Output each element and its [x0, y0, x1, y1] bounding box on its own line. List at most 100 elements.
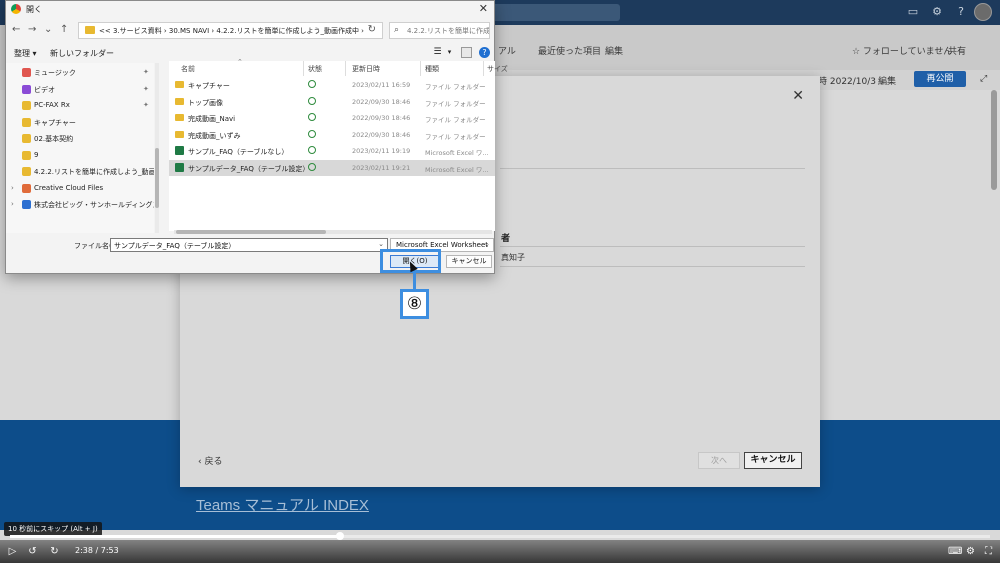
chevron-down-icon[interactable]: ⌄ [44, 24, 52, 35]
nav-pane-item[interactable]: PC-FAX Rx ✦ [6, 98, 154, 114]
forward-arrow-icon[interactable]: → [28, 24, 36, 35]
pin-icon: ✦ [143, 101, 149, 109]
file-row[interactable]: 完成動画_いずみ 2022/09/30 18:46 ファイル フォルダー [169, 127, 495, 143]
page-scrollbar[interactable] [991, 90, 997, 190]
skip-forward-icon[interactable]: ↻ [48, 545, 61, 558]
column-header-name[interactable]: 名前 [181, 64, 195, 74]
column-header-date[interactable]: 更新日時 [352, 64, 380, 74]
search-placeholder: 4.2.2.リストを簡単に作成しよう... [407, 27, 489, 35]
nav-scrollbar[interactable] [155, 63, 159, 233]
follow-button[interactable]: ☆ フォローしていません [852, 44, 952, 57]
play-icon[interactable]: ▷ [6, 545, 19, 558]
page-edit-button[interactable]: 編集 [878, 74, 896, 87]
republish-button[interactable]: 再公開 [914, 71, 966, 87]
megaphone-icon[interactable]: ▭ [907, 6, 919, 18]
file-date: 2023/02/11 16:59 [352, 81, 411, 89]
callout-connector [413, 273, 416, 289]
share-button[interactable]: 共有 [948, 44, 966, 57]
settings-icon[interactable]: ⚙ [964, 545, 977, 558]
new-folder-button[interactable]: 新しいフォルダー [50, 48, 114, 59]
file-date: 2022/09/30 18:46 [352, 97, 411, 106]
nav-pane-item-label: 02.基本契約 [34, 135, 74, 143]
avatar[interactable] [974, 3, 992, 21]
navigation-pane[interactable]: ミュージック ✦ ビデオ ✦ PC-FAX Rx ✦ キャプチャー 02.基本契約 9 4.2.2… [6, 63, 154, 233]
nav-pane-item[interactable]: 4.2.2.リストを簡単に作成しよう_動画作成中 [6, 164, 154, 180]
column-header-type[interactable]: 種類 [425, 64, 439, 74]
chevron-right-icon[interactable]: › [11, 184, 14, 192]
file-row[interactable]: キャプチャー 2023/02/11 16:59 ファイル フォルダー [169, 77, 495, 93]
help-icon[interactable]: ? [479, 47, 490, 58]
up-arrow-icon[interactable]: ↑ [60, 24, 68, 35]
preview-pane-icon[interactable] [461, 47, 472, 58]
dialog-toolbar: 整理 ▾ 新しいフォルダー ☰ ▾ ? [6, 45, 494, 61]
column-header-author: 者 [501, 234, 511, 244]
filename-input[interactable]: サンプルデータ_FAQ（テーブル設定） ⌄ [110, 238, 388, 252]
chevron-down-icon[interactable]: ⌄ [378, 240, 384, 248]
file-row[interactable]: 完成動画_Navi 2022/09/30 18:46 ファイル フォルダー [169, 110, 495, 126]
nav-pane-item[interactable]: ビデオ ✦ [6, 82, 154, 98]
search-input[interactable]: ⌕ 4.2.2.リストを簡単に作成しよう... [389, 22, 490, 39]
nav-item-manual[interactable]: アル [498, 44, 516, 57]
chevron-right-icon[interactable]: › [11, 200, 14, 208]
nav-pane-item[interactable]: 9 [6, 148, 154, 164]
chevron-down-icon[interactable]: ▾ [444, 47, 455, 58]
column-header-size[interactable]: サイズ [487, 64, 508, 74]
sync-status-icon [308, 80, 316, 88]
nav-pane-item[interactable]: › Creative Cloud Files [6, 181, 154, 197]
sort-arrow-icon: ⌃ [237, 58, 243, 66]
nav-item-recent[interactable]: 最近使った項目 [538, 44, 601, 57]
pin-icon: ✦ [143, 68, 149, 76]
expand-icon[interactable]: ⤢ [980, 74, 987, 84]
folder-icon [22, 183, 31, 193]
organize-menu[interactable]: 整理 ▾ [14, 48, 37, 59]
horizontal-scrollbar[interactable] [174, 230, 492, 234]
close-icon[interactable]: ✕ [792, 88, 804, 104]
chevron-down-icon[interactable]: ⌄ [351, 25, 358, 34]
column-separator[interactable] [345, 61, 346, 76]
video-player-controls: ▷ ↺ ↻ 2:38 / 7:53 ⌨ ⚙ ⛶ [0, 540, 1000, 563]
cancel-button[interactable]: キャンセル [744, 452, 802, 469]
excel-file-icon [175, 146, 184, 155]
chevron-down-icon: ⌄ [484, 240, 490, 248]
progress-knob[interactable] [336, 532, 345, 540]
folder-icon [22, 101, 31, 110]
address-bar[interactable]: << 3.サービス資料 › 30.MS NAVI › 4.2.2.リストを簡単に… [78, 22, 383, 39]
video-progress-bar[interactable] [10, 532, 990, 540]
settings-icon[interactable]: ⚙ [931, 6, 943, 18]
close-icon[interactable]: ✕ [479, 2, 488, 15]
nav-item-edit[interactable]: 編集 [605, 44, 623, 57]
column-separator[interactable] [483, 61, 484, 76]
file-row[interactable]: トップ画像 2022/09/30 18:46 ファイル フォルダー [169, 94, 495, 110]
nav-pane-item[interactable]: 02.基本契約 [6, 131, 154, 147]
file-list[interactable]: ⌃ 名前 状態 更新日時 種類 サイズ キャプチャー 2023/02/11 16:… [169, 58, 508, 231]
column-separator[interactable] [303, 61, 304, 76]
nav-pane-item[interactable]: ミュージック ✦ [6, 65, 154, 81]
file-row[interactable]: サンプルデータ_FAQ（テーブル設定） 2023/02/11 19:21 Micro… [169, 159, 495, 176]
hero-link[interactable]: Teams マニュアル INDEX [196, 494, 369, 515]
scroll-thumb[interactable] [176, 230, 326, 234]
nav-pane-item-label: キャプチャー [34, 118, 76, 127]
fullscreen-icon[interactable]: ⛶ [982, 545, 995, 558]
view-menu-icon[interactable]: ☰ [432, 47, 443, 58]
back-arrow-icon[interactable]: ← [12, 24, 20, 35]
column-header-status[interactable]: 状態 [308, 64, 322, 74]
next-button[interactable]: 次へ [698, 452, 740, 469]
dialog-title-bar[interactable]: 開く ✕ [6, 1, 494, 17]
skip-back-icon[interactable]: ↺ [26, 545, 39, 558]
dialog-cancel-button[interactable]: キャンセル [446, 255, 492, 268]
column-separator[interactable] [420, 61, 421, 76]
breadcrumb[interactable]: << 3.サービス資料 › 30.MS NAVI › 4.2.2.リストを簡単に… [99, 26, 364, 36]
file-row[interactable]: サンプル_FAQ（テーブルなし） 2023/02/11 19:19 Microsof… [169, 143, 495, 159]
divider [500, 168, 805, 169]
nav-pane-item-label: 4.2.2.リストを簡単に作成しよう_動画作成中 [34, 168, 154, 176]
refresh-icon[interactable]: ↻ [368, 24, 376, 35]
nav-pane-item-label: 株式会社ビッグ・サンホールディングス [34, 201, 154, 209]
scroll-thumb[interactable] [155, 148, 159, 208]
nav-pane-item[interactable]: › 株式会社ビッグ・サンホールディングス [6, 197, 154, 213]
help-icon[interactable]: ? [955, 6, 967, 18]
nav-pane-item[interactable]: キャプチャー [6, 115, 154, 131]
captions-icon[interactable]: ⌨ [948, 545, 962, 558]
dialog-title: 開く [26, 5, 42, 14]
back-button[interactable]: ‹ 戻る [198, 454, 222, 467]
step-badge: ⑧ [400, 289, 429, 319]
